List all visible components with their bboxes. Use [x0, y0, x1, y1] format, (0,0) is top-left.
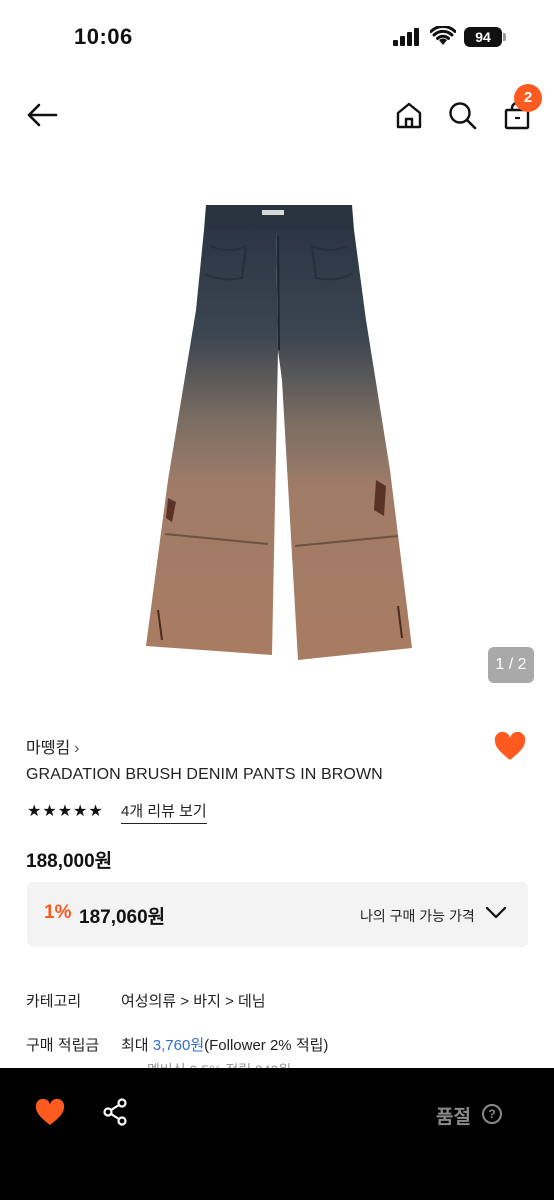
rating-stars: ★★★★★	[27, 803, 104, 820]
product-image-gallery[interactable]	[0, 150, 554, 695]
product-price: 188,000원	[26, 851, 113, 872]
help-question-icon[interactable]: ?	[482, 1104, 502, 1124]
points-value: 최대 3,760원(Follower 2% 적립)	[121, 1034, 328, 1055]
my-price-label: 나의 구매 가능 가격	[360, 908, 475, 924]
home-icon[interactable]	[395, 101, 423, 134]
cart-count-badge: 2	[514, 84, 542, 112]
discount-percent: 1%	[44, 902, 72, 923]
product-image	[146, 205, 412, 660]
chevron-down-icon[interactable]	[485, 906, 507, 925]
wifi-icon	[429, 25, 457, 51]
signal-icon	[393, 28, 421, 51]
share-icon[interactable]	[103, 1098, 129, 1131]
points-label: 구매 적립금	[26, 1037, 100, 1054]
my-price-box[interactable]: 1% 187,060원 나의 구매 가능 가격	[27, 882, 528, 947]
wishlist-heart-icon[interactable]	[35, 1098, 65, 1132]
product-title: GRADATION BRUSH DENIM PANTS IN BROWN	[26, 766, 383, 783]
points-prefix: 최대	[121, 1037, 153, 1054]
my-price-amount: 187,060원	[79, 907, 166, 928]
category-breadcrumb[interactable]: 여성의류 > 바지 > 데님	[121, 990, 266, 1011]
points-suffix: (Follower 2% 적립)	[204, 1037, 329, 1054]
points-amount: 3,760원	[152, 1037, 205, 1054]
favorite-heart-icon[interactable]	[494, 731, 526, 767]
search-icon[interactable]	[448, 101, 478, 136]
back-arrow-icon[interactable]	[26, 102, 58, 133]
sold-out-label: 품절	[436, 1107, 471, 1128]
image-counter: 1 / 2	[488, 647, 534, 683]
brand-name: 마뗑킴	[26, 740, 71, 757]
top-nav	[0, 80, 554, 150]
bottom-action-bar: 품절 ?	[0, 1068, 554, 1200]
status-bar: 10:06 94	[0, 0, 554, 76]
battery-tip	[503, 33, 506, 41]
brand-link[interactable]: 마뗑킴 ›	[26, 734, 80, 758]
category-label: 카테고리	[26, 993, 82, 1010]
reviews-link[interactable]: 4개 리뷰 보기	[121, 800, 207, 824]
chevron-right-icon: ›	[74, 740, 80, 757]
status-time: 10:06	[74, 24, 133, 49]
battery-indicator: 94	[464, 27, 502, 47]
